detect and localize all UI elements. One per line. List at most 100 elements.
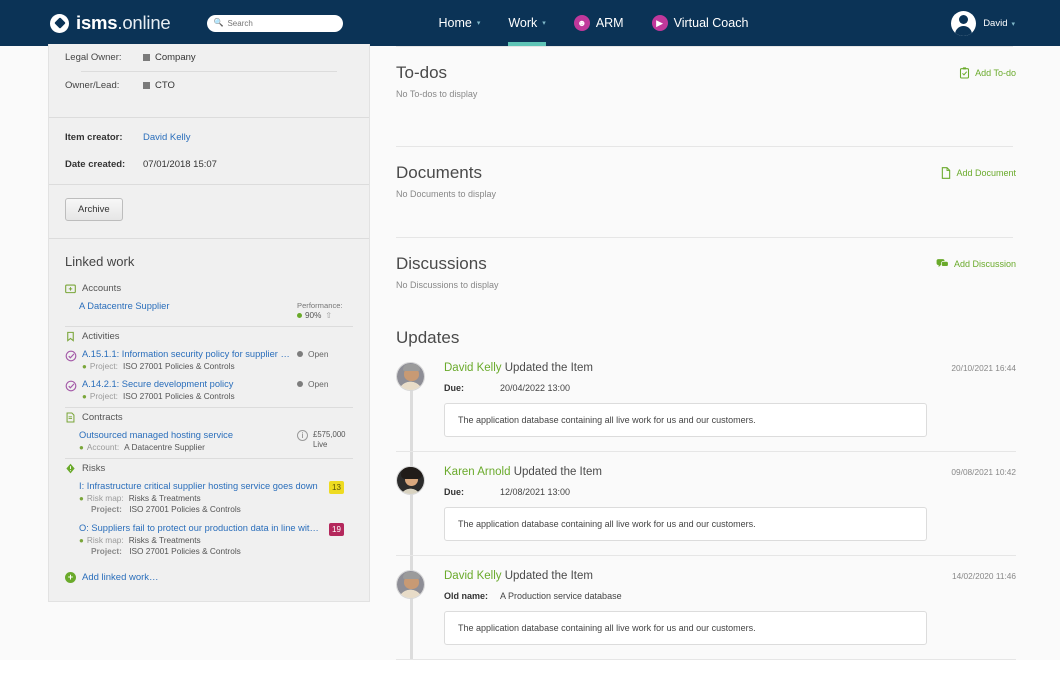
linked-item-link[interactable]: O: Suppliers fail to protect our product… bbox=[79, 523, 323, 533]
add-discussion-button[interactable]: Add Discussion bbox=[936, 254, 1016, 269]
linked-item-link[interactable]: A.14.2.1: Secure development policy bbox=[82, 379, 291, 389]
update-field: Due: 12/08/2021 13:00 bbox=[444, 487, 1016, 497]
pin-icon: ● bbox=[79, 442, 84, 452]
owner-details: Legal Owner: Company Owner/Lead: CTO bbox=[49, 44, 369, 117]
accounts-icon bbox=[65, 284, 76, 294]
main-content: To-dos No To-dos to display Add To-do Do… bbox=[396, 46, 1016, 674]
logo-text: isms.online bbox=[76, 12, 171, 34]
detail-value: CTO bbox=[143, 80, 175, 91]
section-empty-text: No Discussions to display bbox=[396, 280, 499, 290]
section-discussions: Discussions No Discussions to display Ad… bbox=[396, 237, 1016, 309]
user-menu[interactable]: David ▾ bbox=[951, 0, 1015, 46]
avatar bbox=[951, 10, 977, 36]
add-todo-button[interactable]: Add To-do bbox=[959, 63, 1016, 79]
linked-item-link[interactable]: I: Infrastructure critical supplier host… bbox=[79, 481, 323, 491]
update-author[interactable]: David Kelly bbox=[444, 362, 502, 374]
linked-item-meta2: Project: ISO 27001 Policies & Controls bbox=[79, 546, 323, 556]
section-title: Documents bbox=[396, 163, 482, 182]
linked-work-title: Linked work bbox=[65, 254, 135, 269]
group-label: Activities bbox=[82, 331, 120, 342]
activity-check-icon bbox=[65, 380, 77, 392]
linked-item-risk: I: Infrastructure critical supplier host… bbox=[49, 479, 369, 521]
nav-item-work[interactable]: Work ▾ bbox=[508, 0, 547, 46]
detail-row-date-created: Date created: 07/01/2018 15:07 bbox=[65, 151, 353, 184]
meta-value: ISO 27001 Policies & Controls bbox=[122, 391, 235, 401]
update-body: The application database containing all … bbox=[444, 611, 927, 645]
detail-key: Date created: bbox=[65, 159, 126, 170]
group-header-activities: Activities bbox=[49, 327, 369, 347]
section-todos: To-dos No To-dos to display Add To-do bbox=[396, 46, 1016, 146]
updates-timeline: David Kelly Updated the Item 20/10/2021 … bbox=[396, 362, 1016, 660]
clipboard-check-icon bbox=[959, 67, 970, 79]
meta-label: Risk map: bbox=[86, 493, 124, 503]
linked-item-meta: ● Project: ISO 27001 Policies & Controls bbox=[82, 361, 291, 371]
avatar bbox=[396, 466, 425, 495]
meta-label: Project: bbox=[89, 391, 118, 401]
linked-item-meta: ● Account: A Datacentre Supplier bbox=[79, 442, 291, 452]
activities-icon bbox=[67, 331, 74, 342]
search-box[interactable]: 🔍 bbox=[206, 14, 343, 32]
main-nav: Home ▾ Work ▾ ☻ ARM ▶ Virtual Coach bbox=[439, 0, 777, 46]
archive-button[interactable]: Archive bbox=[65, 198, 123, 221]
add-document-label: Add Document bbox=[956, 168, 1016, 178]
section-empty-text: No Documents to display bbox=[396, 189, 497, 199]
avatar bbox=[396, 362, 425, 391]
nav-item-work-label: Work bbox=[508, 16, 538, 30]
contracts-icon bbox=[66, 412, 75, 423]
linked-item-link[interactable]: Outsourced managed hosting service bbox=[79, 430, 291, 440]
archive-area: Archive bbox=[49, 185, 369, 238]
performance-value-row: 90% ⇧ bbox=[297, 311, 353, 320]
group-header-accounts: Accounts bbox=[49, 279, 369, 299]
update-author[interactable]: Karen Arnold bbox=[444, 466, 511, 478]
section-empty-text: No To-dos to display bbox=[396, 89, 478, 99]
update-action: Updated the Item bbox=[504, 362, 593, 374]
arm-icon: ☻ bbox=[573, 15, 590, 31]
logo-text-bold: isms bbox=[76, 12, 118, 33]
meta-value: Risks & Treatments bbox=[128, 493, 201, 503]
linked-item-meta: ● Risk map: Risks & Treatments bbox=[79, 535, 323, 545]
nav-item-arm-label: ARM bbox=[595, 16, 624, 30]
update-author[interactable]: David Kelly bbox=[444, 570, 502, 582]
logo[interactable]: isms.online bbox=[50, 12, 171, 34]
top-navigation-bar: isms.online 🔍 Home ▾ Work ▾ ☻ ARM ▶ Virt… bbox=[0, 0, 1060, 46]
linked-item-meta2: Project: ISO 27001 Policies & Controls bbox=[79, 504, 323, 514]
linked-item-activity: A.14.2.1: Secure development policy ● Pr… bbox=[49, 377, 369, 407]
status-badge: 13 bbox=[329, 481, 344, 494]
linked-item-link[interactable]: A Datacentre Supplier bbox=[79, 301, 291, 311]
group-icon bbox=[143, 54, 150, 61]
nav-item-arm[interactable]: ☻ ARM bbox=[573, 0, 624, 46]
update-entry: David Kelly Updated the Item 14/02/2020 … bbox=[396, 570, 1016, 660]
search-input[interactable] bbox=[227, 18, 336, 28]
add-linked-work-button[interactable]: + Add linked work… bbox=[49, 563, 369, 601]
detail-row-owner-lead: Owner/Lead: CTO bbox=[65, 72, 353, 99]
nav-item-home[interactable]: Home ▾ bbox=[439, 0, 481, 46]
update-field: Old name: A Production service database bbox=[444, 591, 1016, 601]
meta-label: Account: bbox=[86, 442, 120, 452]
nav-item-home-label: Home bbox=[438, 16, 472, 30]
update-timestamp: 09/08/2021 10:42 bbox=[951, 467, 1016, 477]
chat-icon bbox=[936, 258, 949, 269]
linked-item-link[interactable]: A.15.1.1: Information security policy fo… bbox=[82, 349, 291, 359]
nav-item-virtual-coach[interactable]: ▶ Virtual Coach bbox=[651, 0, 748, 46]
item-creator-link[interactable]: David Kelly bbox=[143, 132, 191, 143]
page-body: Legal Owner: Company Owner/Lead: CTO Ite… bbox=[0, 44, 1060, 660]
meta-value: ISO 27001 Policies & Controls bbox=[129, 546, 241, 556]
update-field-label: Due: bbox=[444, 383, 464, 393]
update-entry: David Kelly Updated the Item 20/10/2021 … bbox=[396, 362, 1016, 452]
section-title: To-dos bbox=[396, 63, 448, 82]
chevron-down-icon: ▾ bbox=[1011, 20, 1015, 28]
play-icon: ▶ bbox=[651, 15, 668, 31]
update-field-label: Old name: bbox=[444, 591, 489, 601]
linked-item-contract: Outsourced managed hosting service ● Acc… bbox=[49, 428, 369, 458]
chevron-down-icon: ▾ bbox=[542, 20, 546, 27]
group-label: Risks bbox=[82, 463, 106, 474]
detail-key: Item creator: bbox=[65, 132, 123, 143]
contract-amount: £575,000 Live bbox=[313, 430, 346, 449]
add-document-button[interactable]: Add Document bbox=[941, 163, 1016, 179]
update-field-value: 20/04/2022 13:00 bbox=[500, 383, 571, 393]
updates-title: Updates bbox=[396, 328, 460, 347]
pin-icon: ● bbox=[82, 361, 87, 371]
status-dot-icon bbox=[297, 381, 303, 387]
performance-value: 90% bbox=[305, 311, 322, 320]
update-body: The application database containing all … bbox=[444, 507, 927, 541]
